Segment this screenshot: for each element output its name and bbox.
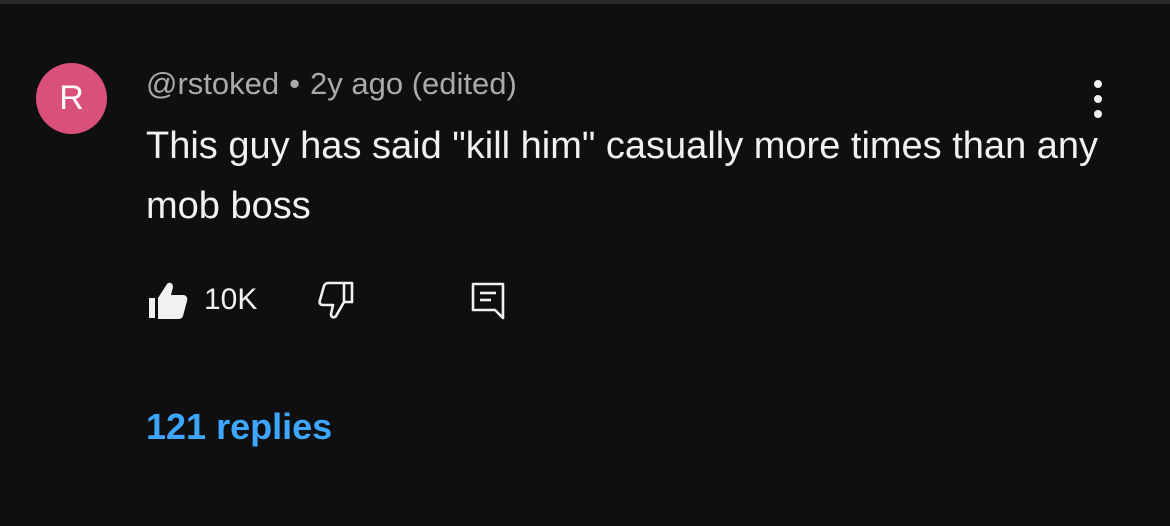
top-divider — [0, 0, 1170, 4]
more-options-button[interactable] — [1080, 76, 1116, 122]
reply-button[interactable] — [468, 278, 508, 322]
view-replies-link[interactable]: 121 replies — [146, 404, 332, 450]
like-button[interactable] — [146, 278, 192, 322]
thumbs-down-outline-icon — [318, 281, 354, 319]
separator-dot: • — [289, 66, 300, 101]
author-handle[interactable]: @rstoked — [146, 66, 279, 101]
thumbs-up-filled-icon — [149, 282, 188, 319]
comment-reply-icon — [471, 282, 505, 320]
comment-text: This guy has said "kill him" casually mo… — [146, 125, 1099, 227]
avatar[interactable]: R — [36, 63, 107, 134]
comment-header: @rstoked • 2y ago (edited) — [146, 64, 517, 104]
dislike-button[interactable] — [316, 278, 356, 322]
timestamp[interactable]: 2y ago (edited) — [310, 66, 517, 101]
like-count: 10K — [204, 283, 258, 316]
